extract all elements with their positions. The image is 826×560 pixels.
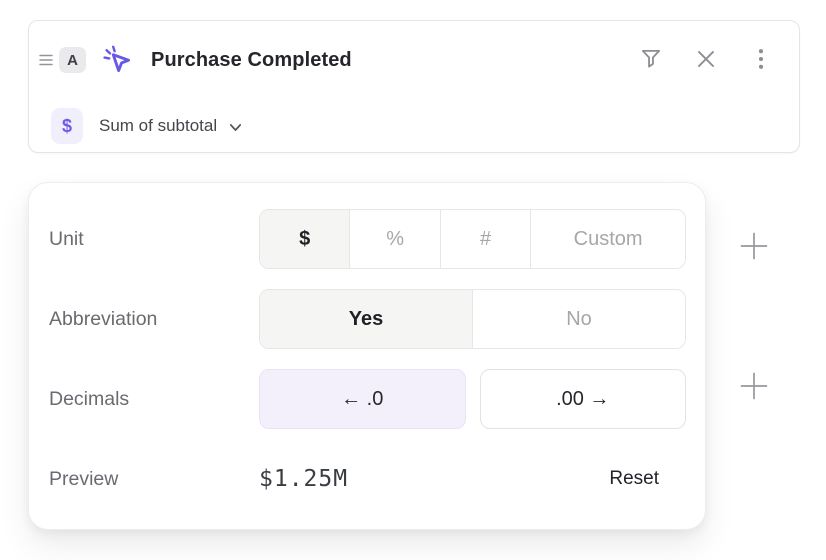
metric-selector[interactable]: $ Sum of subtotal: [29, 99, 799, 153]
plus-icon: [739, 371, 769, 404]
unit-segmented-control: $ % # Custom: [259, 209, 686, 269]
unit-option-dollar[interactable]: $: [260, 210, 349, 268]
event-letter-badge: A: [59, 47, 86, 73]
abbreviation-option-no[interactable]: No: [472, 290, 685, 348]
click-event-icon: [102, 44, 134, 76]
close-icon: [693, 46, 719, 75]
filter-button[interactable]: [637, 46, 665, 74]
unit-option-custom[interactable]: Custom: [530, 210, 685, 268]
kebab-menu-icon: [748, 46, 774, 75]
preview-label: Preview: [49, 468, 259, 491]
close-button[interactable]: [692, 46, 720, 74]
metric-label: Sum of subtotal: [99, 116, 217, 136]
unit-row: Unit $ % # Custom: [49, 209, 686, 269]
event-card: A Purchase Completed: [28, 20, 800, 153]
add-metric-button-bottom[interactable]: [738, 371, 770, 403]
reset-button[interactable]: Reset: [609, 468, 659, 490]
unit-label: Unit: [49, 228, 259, 251]
abbreviation-segmented-control: Yes No: [259, 289, 686, 349]
decimals-decrease-button[interactable]: ← .0: [259, 369, 466, 429]
number-format-panel: Unit $ % # Custom Abbreviation Yes No De…: [28, 182, 706, 530]
currency-badge: $: [51, 108, 83, 144]
decimals-increase-button[interactable]: .00 →: [480, 369, 687, 429]
event-card-header: A Purchase Completed: [29, 21, 799, 99]
add-metric-button-top[interactable]: [738, 231, 770, 263]
event-card-actions: [637, 46, 775, 74]
preview-value: $1.25M: [259, 466, 348, 492]
chevron-down-icon: [227, 117, 244, 136]
unit-option-number[interactable]: #: [440, 210, 530, 268]
abbreviation-row: Abbreviation Yes No: [49, 289, 686, 349]
filter-funnel-icon: [638, 46, 664, 75]
abbreviation-label: Abbreviation: [49, 308, 259, 331]
abbreviation-option-yes[interactable]: Yes: [260, 290, 472, 348]
preview-row: Preview $1.25M Reset: [49, 449, 686, 509]
decimals-label: Decimals: [49, 388, 259, 411]
event-title[interactable]: Purchase Completed: [151, 49, 352, 72]
decimals-row: Decimals ← .0 .00 →: [49, 369, 686, 429]
drag-handle-icon[interactable]: [37, 50, 55, 70]
unit-option-percent[interactable]: %: [349, 210, 439, 268]
more-options-button[interactable]: [747, 46, 775, 74]
plus-icon: [739, 231, 769, 264]
